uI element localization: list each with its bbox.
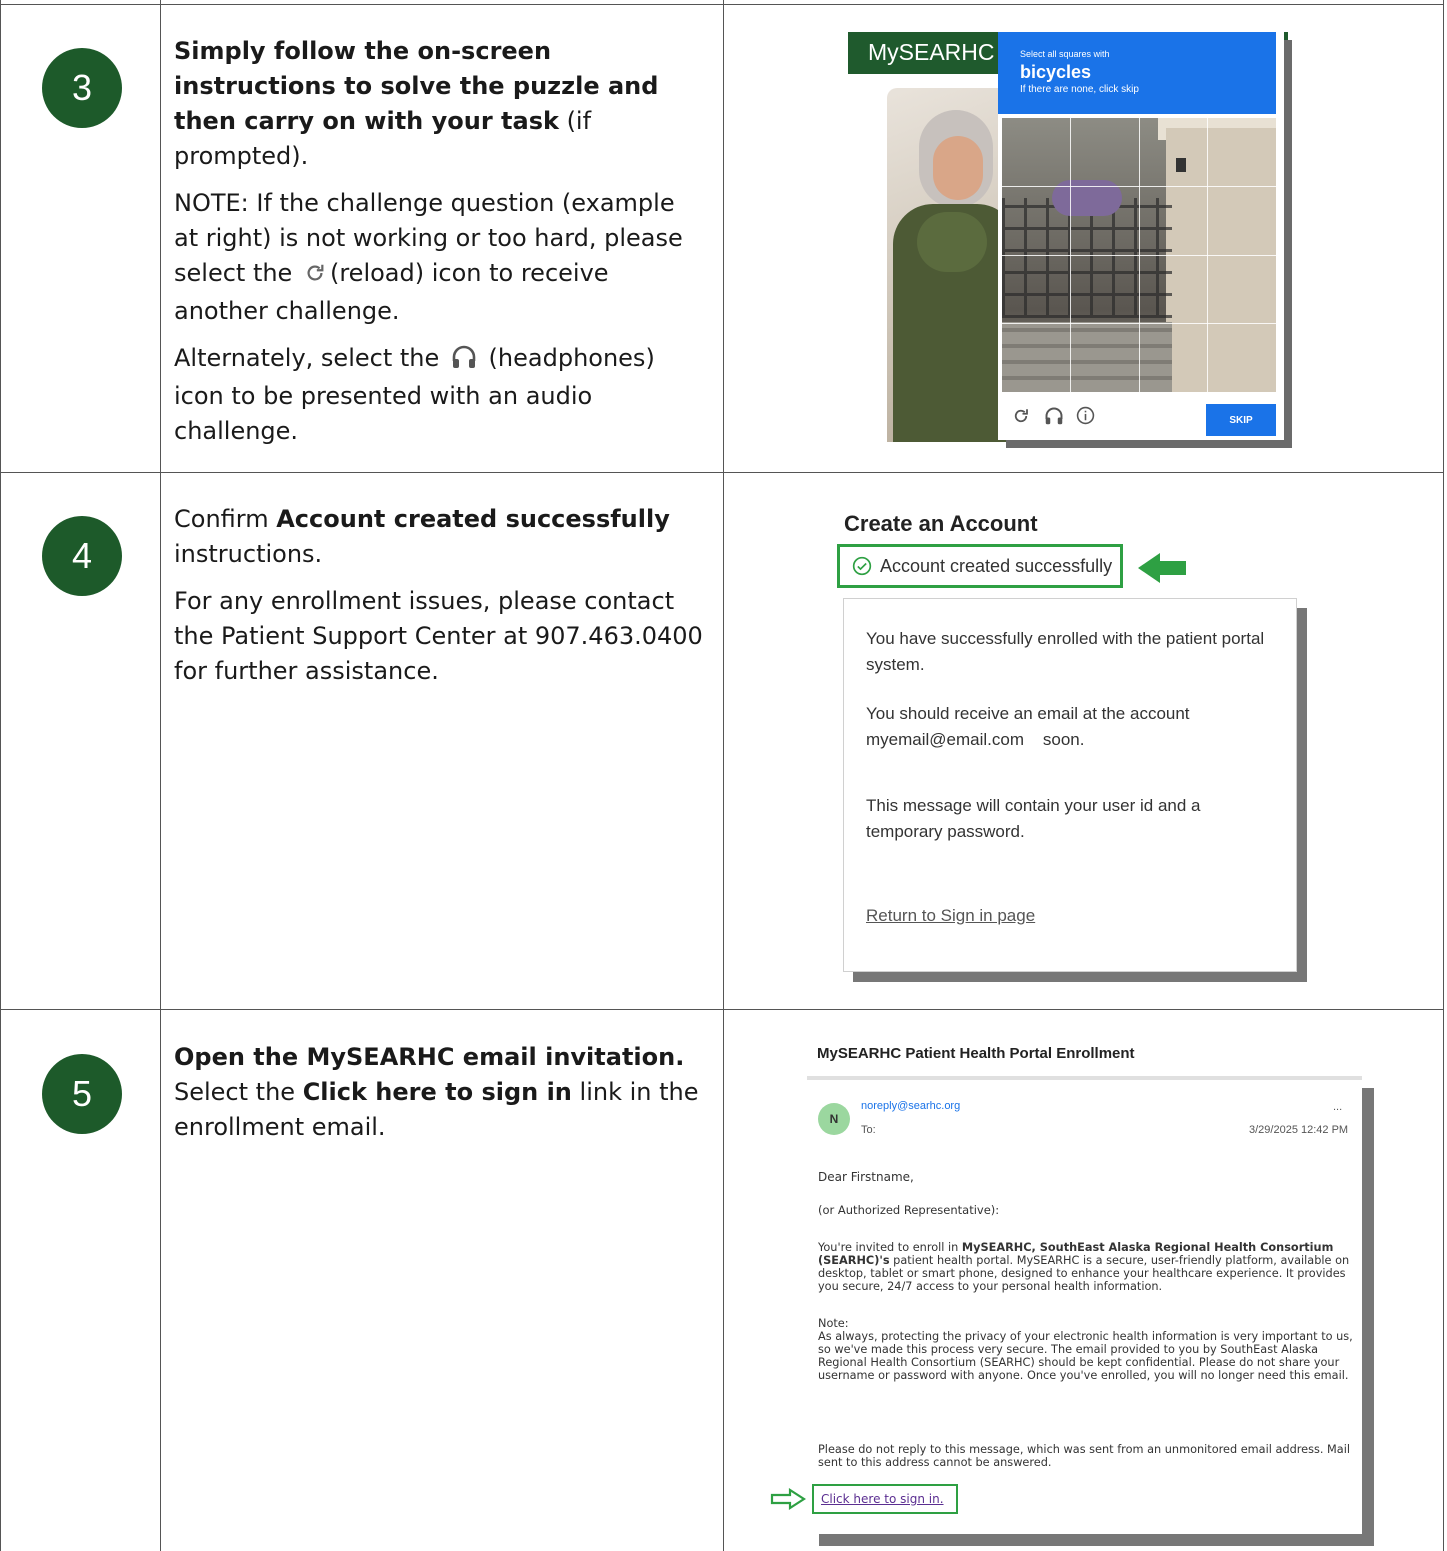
account-message-2a: You should receive an email at the accou… [866,704,1190,723]
captcha-image-grid[interactable] [1002,118,1276,392]
step-5-lead: Open the MySEARHC email invitation. [174,1043,685,1071]
email-noreply: Please do not reply to this message, whi… [818,1443,1350,1469]
email-to-label: To: [861,1124,876,1136]
headphones-icon[interactable] [1044,406,1064,430]
sign-in-link[interactable]: Click here to sign in. [812,1484,958,1514]
step-number-badge: 4 [42,516,122,596]
table-border-top [0,4,1444,5]
more-options-icon[interactable]: ... [1333,1101,1342,1113]
captcha-screenshot: MySEARHC Select all squares with bicycle… [848,30,1288,442]
email-sender[interactable]: noreply@searhc.org [861,1100,960,1112]
account-email: myemail@email.com soon. [866,730,1085,749]
step-5-select-prefix: Select the [174,1078,303,1106]
row-divider [0,1009,1444,1010]
row-divider [0,472,1444,473]
pointer-arrow-icon [770,1488,806,1510]
email-intro: You're invited to enroll in MySEARHC, So… [818,1241,1358,1293]
table-border-left [0,0,1,1551]
step-3-alt: Alternately, select the [174,344,440,372]
step-4-suffix: instructions. [174,540,323,568]
captcha-instruction: Select all squares with [1020,49,1110,59]
captcha-hint: If there are none, click skip [1020,84,1139,95]
success-message: Account created successfully [837,544,1123,588]
portal-photo [887,88,1007,442]
portal-title: MySEARHC [868,39,995,65]
step-5-select-bold: Click here to sign in [302,1078,572,1106]
captcha-footer: SKIP [998,394,1276,440]
reload-icon[interactable] [1012,406,1030,430]
email-intro-2: patient health portal. MySEARHC is a sec… [818,1254,1350,1293]
skip-button[interactable]: SKIP [1206,404,1276,436]
captcha-panel: Select all squares with bicycles If ther… [998,32,1284,440]
table-border-right [1443,0,1444,1551]
step-4-support: For any enrollment issues, please contac… [174,587,703,685]
email-greeting: Dear Firstname, [818,1170,914,1184]
pointer-arrow-icon [1138,553,1186,583]
column-divider [160,0,161,1551]
headphones-icon [451,344,477,379]
step-4-instructions: Confirm Account created successfully ins… [174,502,706,701]
avatar: N [818,1103,850,1135]
step-4-bold: Account created successfully [276,505,670,533]
captcha-header: Select all squares with bicycles If ther… [998,32,1276,114]
email-subject: MySEARHC Patient Health Portal Enrollmen… [817,1045,1135,1062]
step-4-prefix: Confirm [174,505,277,533]
email-note-label: Note: [818,1317,849,1330]
account-message-1: You have successfully enrolled with the … [866,629,1265,674]
success-text: Account created successfully [880,555,1113,576]
reload-icon [304,259,326,294]
step-5-instructions: Open the MySEARHC email invitation. Sele… [174,1040,706,1157]
email-rep: (or Authorized Representative): [818,1203,1000,1217]
column-divider [723,0,724,1551]
account-message-2: You should receive an email at the accou… [866,701,1266,753]
account-title: Create an Account [844,511,1038,536]
check-circle-icon [852,556,872,576]
email-intro-1: You're invited to enroll in [818,1241,962,1254]
step-3-instructions: Simply follow the on-screen instructions… [174,34,706,461]
step-number-badge: 5 [42,1054,122,1134]
account-message-3: This message will contain your user id a… [866,796,1201,841]
return-to-sign-in-link[interactable]: Return to Sign in page [866,903,1266,929]
info-icon[interactable] [1076,406,1095,430]
step-number-badge: 3 [42,48,122,128]
email-note-text: As always, protecting the privacy of you… [818,1330,1353,1382]
email-note: Note: As always, protecting the privacy … [818,1317,1358,1382]
captcha-target: bicycles [1020,62,1092,82]
email-date: 3/29/2025 12:42 PM [1249,1124,1349,1136]
